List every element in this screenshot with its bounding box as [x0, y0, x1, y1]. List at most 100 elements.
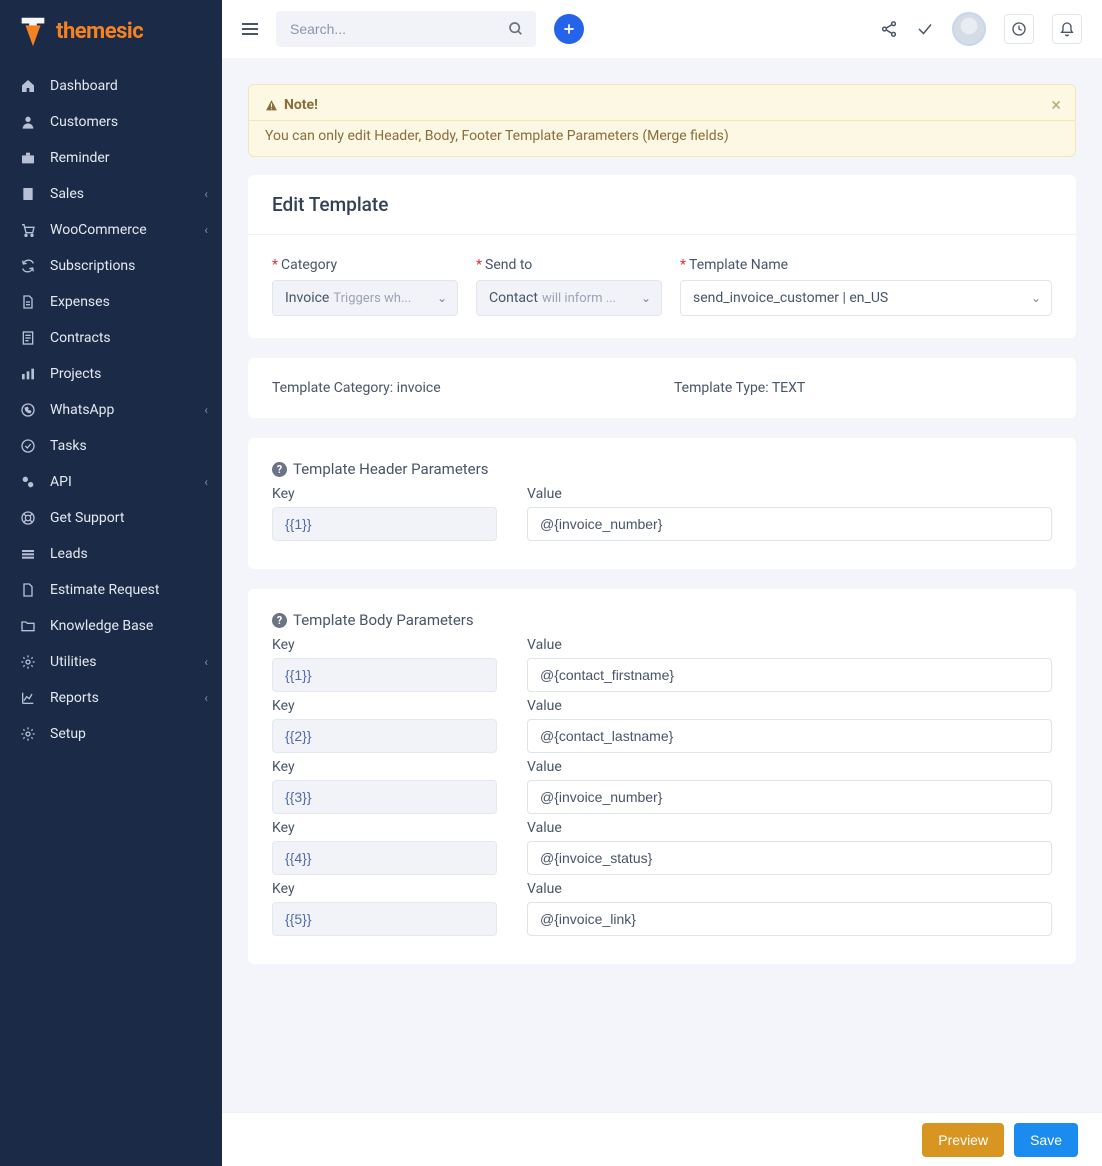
param-value-input[interactable]	[527, 658, 1052, 692]
sidebar-item-expenses[interactable]: Expenses	[0, 284, 222, 320]
close-icon[interactable]: ×	[1051, 95, 1061, 116]
param-value-input[interactable]	[527, 780, 1052, 814]
save-button[interactable]: Save	[1014, 1123, 1078, 1157]
cycle-icon	[18, 258, 38, 274]
sidebar: themesic Dashboard Customers Reminder Sales…	[0, 0, 222, 1166]
doc-icon	[18, 186, 38, 202]
logo-icon	[16, 14, 50, 48]
sidebar-item-label: Customers	[50, 114, 118, 130]
bars-icon	[18, 366, 38, 382]
template-name-label: Template Name	[689, 257, 788, 273]
search-input[interactable]	[276, 11, 536, 47]
value-label: Value	[527, 881, 1052, 897]
sidebar-item-estimate-request[interactable]: Estimate Request	[0, 572, 222, 608]
sidebar-item-label: Contracts	[50, 330, 111, 346]
sidebar-item-tasks[interactable]: Tasks	[0, 428, 222, 464]
sidebar-item-customers[interactable]: Customers	[0, 104, 222, 140]
sidebar-item-label: Dashboard	[50, 78, 118, 94]
chevron-down-icon: ⌄	[437, 291, 447, 305]
param-row: KeyValue	[272, 637, 1052, 692]
avatar[interactable]	[952, 12, 986, 46]
sidebar-item-label: WhatsApp	[50, 402, 114, 418]
value-label: Value	[527, 759, 1052, 775]
sidebar-nav: DashboardCustomersReminderSales‹WooComme…	[0, 62, 222, 758]
sidebar-item-label: Projects	[50, 366, 101, 382]
param-value-input[interactable]	[527, 841, 1052, 875]
sidebar-item-reports[interactable]: Reports‹	[0, 680, 222, 716]
sidebar-item-subscriptions[interactable]: Subscriptions	[0, 248, 222, 284]
sidebar-item-label: Reminder	[50, 150, 110, 166]
user-icon	[18, 114, 38, 130]
brand-name: themesic	[56, 19, 143, 44]
template-name-select[interactable]: send_invoice_customer | en_US ⌄	[680, 280, 1052, 316]
content: Note! You can only edit Header, Body, Fo…	[222, 58, 1102, 1112]
value-label: Value	[527, 698, 1052, 714]
alert-title: Note!	[284, 97, 318, 113]
header-params-card: ? Template Header Parameters KeyValue	[248, 438, 1076, 569]
sidebar-item-projects[interactable]: Projects	[0, 356, 222, 392]
param-value-input[interactable]	[527, 507, 1052, 541]
sidebar-item-woocommerce[interactable]: WooCommerce ‹	[0, 212, 222, 248]
chevron-left-icon: ‹	[204, 691, 208, 705]
param-row: Key Value	[272, 881, 1052, 936]
category-select[interactable]: Invoice Triggers wh... ⌄	[272, 280, 458, 316]
key-label: Key	[272, 637, 497, 653]
value-label: Value	[527, 820, 1052, 836]
key-label: Key	[272, 486, 497, 502]
template-category-label: Template Category:	[272, 380, 397, 396]
sidebar-item-utilities[interactable]: Utilities‹	[0, 644, 222, 680]
sidebar-item-setup[interactable]: Setup	[0, 716, 222, 752]
template-type-value: TEXT	[772, 380, 805, 396]
help-icon[interactable]: ?	[272, 462, 287, 477]
menu-toggle-icon[interactable]	[242, 23, 258, 35]
check-icon[interactable]	[916, 20, 934, 38]
history-icon[interactable]	[1004, 14, 1034, 44]
sidebar-item-label: WooCommerce	[50, 222, 147, 238]
sidebar-item-dashboard[interactable]: Dashboard	[0, 68, 222, 104]
add-button[interactable]	[554, 14, 584, 44]
life-icon	[18, 510, 38, 526]
param-key-input	[272, 658, 497, 692]
folder-icon	[18, 618, 38, 634]
key-label: Key	[272, 881, 497, 897]
header-params-title: Template Header Parameters	[293, 460, 488, 478]
sidebar-item-get-support[interactable]: Get Support	[0, 500, 222, 536]
preview-button[interactable]: Preview	[922, 1123, 1004, 1157]
warning-icon	[265, 99, 278, 112]
sidebar-item-api[interactable]: API‹	[0, 464, 222, 500]
topbar	[222, 0, 1102, 58]
sendto-select[interactable]: Contact will inform ... ⌄	[476, 280, 662, 316]
share-icon[interactable]	[880, 20, 898, 38]
param-value-input[interactable]	[527, 902, 1052, 936]
sidebar-item-whatsapp[interactable]: WhatsApp‹	[0, 392, 222, 428]
footer-bar: Preview Save	[222, 1112, 1102, 1166]
sidebar-item-label: Leads	[50, 546, 88, 562]
category-label: Category	[281, 257, 337, 273]
sidebar-item-label: API	[50, 474, 72, 490]
search-icon[interactable]	[508, 21, 524, 37]
param-value-input[interactable]	[527, 719, 1052, 753]
param-key-input	[272, 507, 497, 541]
sidebar-item-label: Knowledge Base	[50, 618, 153, 634]
sidebar-item-reminder[interactable]: Reminder	[0, 140, 222, 176]
bell-icon[interactable]	[1052, 14, 1082, 44]
sidebar-item-label: Setup	[50, 726, 86, 742]
sidebar-item-leads[interactable]: Leads	[0, 536, 222, 572]
sidebar-item-knowledge-base[interactable]: Knowledge Base	[0, 608, 222, 644]
whatsapp-icon	[18, 402, 38, 418]
chevron-down-icon: ⌄	[641, 291, 651, 305]
sidebar-item-contracts[interactable]: Contracts	[0, 320, 222, 356]
help-icon[interactable]: ?	[272, 613, 287, 628]
key-label: Key	[272, 759, 497, 775]
gears-icon	[18, 474, 38, 490]
sheet-icon	[18, 330, 38, 346]
brand-logo[interactable]: themesic	[0, 0, 222, 62]
template-info-card: Template Category: invoice Template Type…	[248, 358, 1076, 418]
stack-icon	[18, 546, 38, 562]
param-row: KeyValue	[272, 486, 1052, 541]
sendto-label: Send to	[485, 257, 532, 273]
sidebar-item-sales[interactable]: Sales‹	[0, 176, 222, 212]
sidebar-item-label: Expenses	[50, 294, 110, 310]
gear-icon	[18, 654, 38, 670]
chevron-left-icon: ‹	[204, 223, 208, 237]
